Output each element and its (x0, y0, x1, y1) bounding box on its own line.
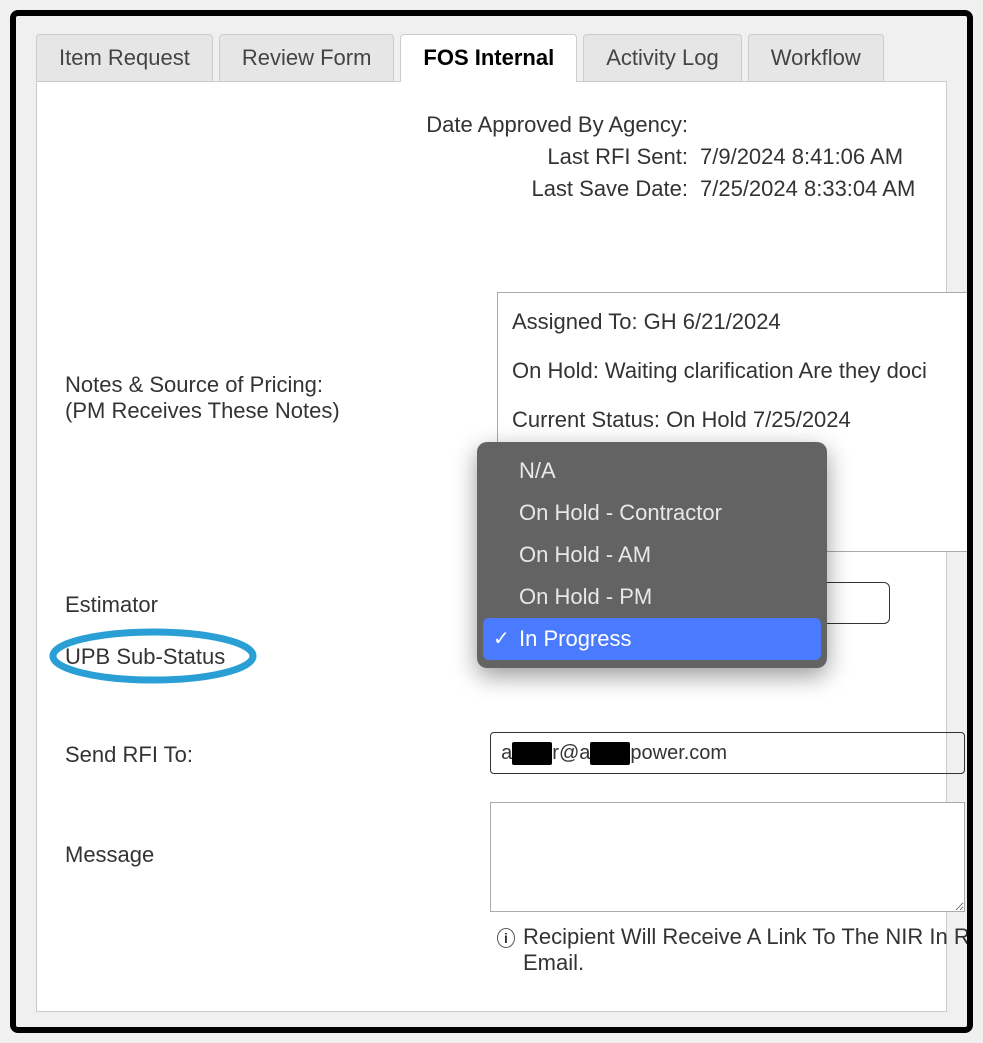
tab-item-request[interactable]: Item Request (36, 34, 213, 81)
date-approved-label: Date Approved By Agency: (410, 112, 700, 138)
last-save-label: Last Save Date: (410, 176, 700, 202)
info-row: i Recipient Will Receive A Link To The N… (497, 924, 973, 976)
dropdown-option-onhold-am[interactable]: On Hold - AM (483, 534, 821, 576)
substatus-dropdown[interactable]: N/A On Hold - Contractor On Hold - AM On… (477, 442, 827, 668)
substatus-label: UPB Sub-Status (65, 640, 495, 670)
message-row: Message (65, 802, 965, 912)
last-rfi-label: Last RFI Sent: (410, 144, 700, 170)
tab-bar: Item Request Review Form FOS Internal Ac… (16, 16, 967, 81)
tab-review-form[interactable]: Review Form (219, 34, 395, 81)
estimator-label: Estimator (65, 588, 495, 618)
window-frame: Item Request Review Form FOS Internal Ac… (10, 10, 973, 1033)
notes-line-1: Assigned To: GH 6/21/2024 (512, 305, 973, 338)
info-icon: i (497, 928, 515, 948)
message-label: Message (65, 802, 490, 868)
last-rfi-value: 7/9/2024 8:41:06 AM (700, 144, 903, 170)
dropdown-option-onhold-pm[interactable]: On Hold - PM (483, 576, 821, 618)
notes-label-line1: Notes & Source of Pricing: (65, 368, 323, 397)
tab-workflow[interactable]: Workflow (748, 34, 884, 81)
sendrfi-label: Send RFI To: (65, 738, 490, 768)
last-save-value: 7/25/2024 8:33:04 AM (700, 176, 915, 202)
notes-line-3: Current Status: On Hold 7/25/2024 (512, 403, 973, 436)
panel-fos-internal: Date Approved By Agency: Last RFI Sent: … (36, 81, 947, 1012)
dropdown-option-in-progress[interactable]: In Progress (483, 618, 821, 660)
meta-block: Date Approved By Agency: Last RFI Sent: … (410, 112, 936, 202)
info-text: Recipient Will Receive A Link To The NIR… (523, 924, 973, 976)
notes-line-2: On Hold: Waiting clarification Are they … (512, 354, 973, 387)
tab-activity-log[interactable]: Activity Log (583, 34, 742, 81)
sendrfi-row: Send RFI To: axxxxr@axxxxpower.com (65, 732, 965, 774)
tab-fos-internal[interactable]: FOS Internal (400, 34, 577, 81)
dropdown-option-na[interactable]: N/A (483, 450, 821, 492)
notes-label-block: Notes & Source of Pricing: (PM Receives … (65, 372, 340, 424)
message-textarea[interactable] (490, 802, 965, 912)
dropdown-option-onhold-contractor[interactable]: On Hold - Contractor (483, 492, 821, 534)
notes-label-line2: (PM Receives These Notes) (65, 394, 340, 423)
sendrfi-input[interactable]: axxxxr@axxxxpower.com (490, 732, 965, 774)
